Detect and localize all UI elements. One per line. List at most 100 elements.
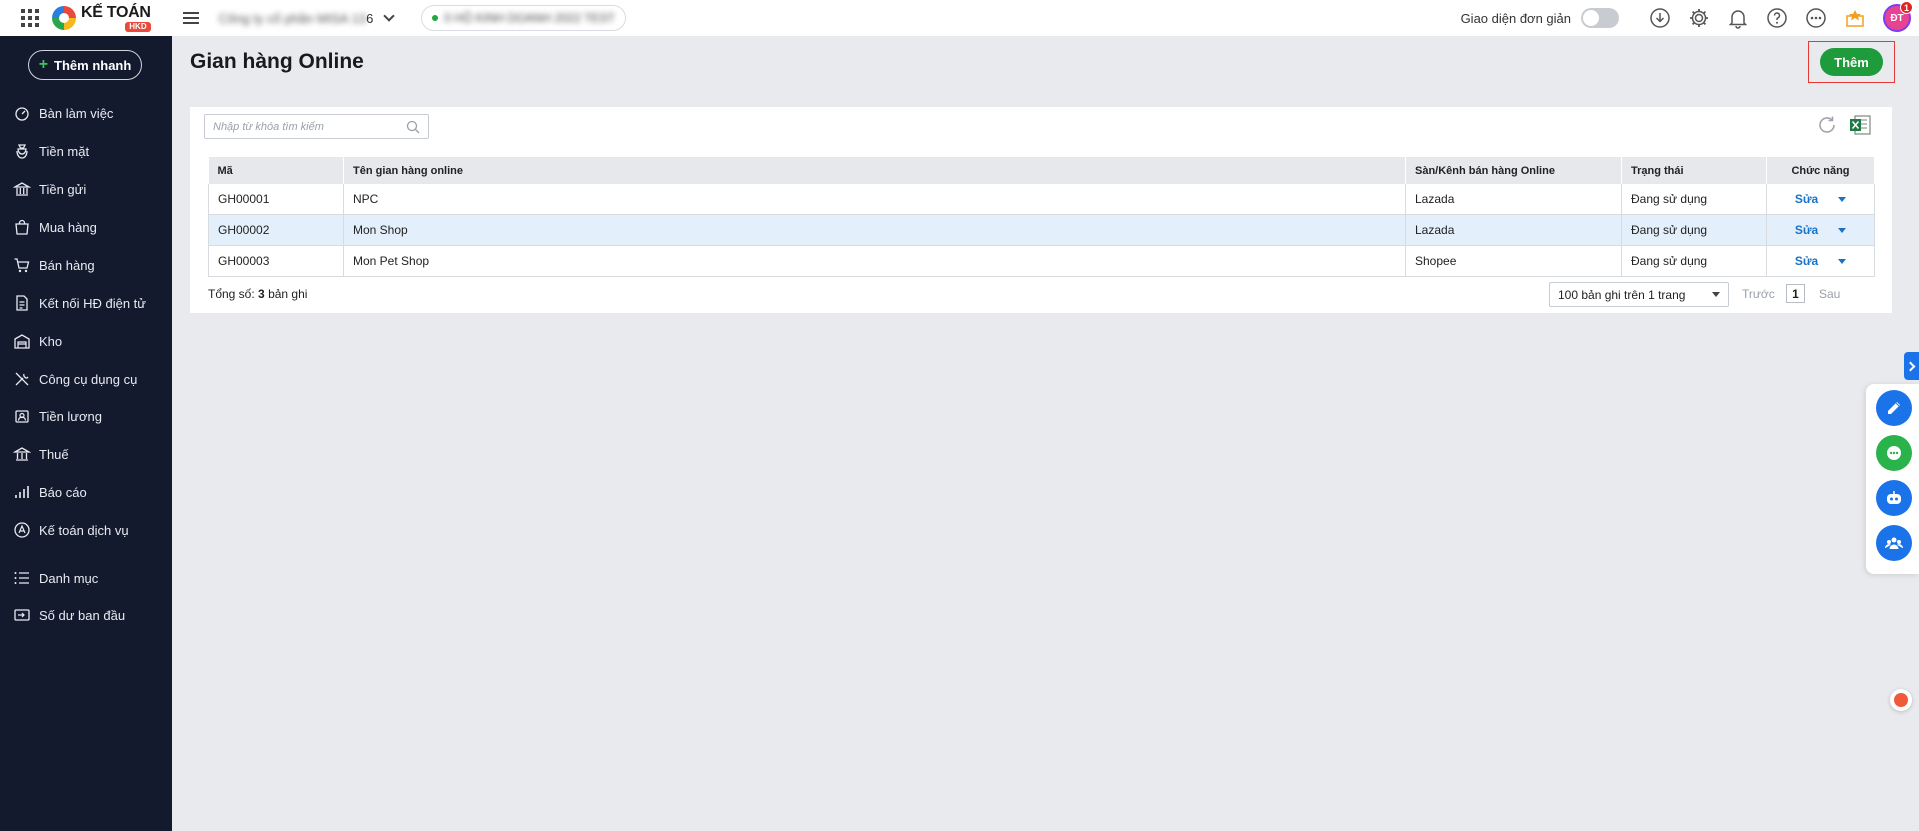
sidebar-item-label: Mua hàng <box>39 219 97 235</box>
sidebar-item-label: Bàn làm việc <box>39 105 114 121</box>
record-total: Tổng số: 3 bản ghi <box>208 287 307 301</box>
sidebar-item-kho[interactable]: Kho <box>0 327 172 355</box>
next-page-button[interactable]: Sau <box>1819 287 1840 301</box>
notification-badge: 1 <box>1900 1 1913 14</box>
sidebar-item-thue[interactable]: Thuế <box>0 440 172 468</box>
sidebar-item-label: Kho <box>39 333 63 349</box>
side-panel-toggle-icon[interactable] <box>1904 352 1919 380</box>
edit-link[interactable]: Sửa <box>1795 192 1818 206</box>
column-header-code[interactable]: Mã <box>208 157 344 184</box>
logo-mark-icon <box>52 6 76 30</box>
download-icon[interactable] <box>1649 7 1671 29</box>
marketing-icon[interactable] <box>1876 390 1912 426</box>
cell-channel: Shopee <box>1405 245 1622 277</box>
dropdown-caret-icon[interactable] <box>1838 196 1847 202</box>
table-header-row: Mã Tên gian hàng online Sàn/Kênh bán hàn… <box>208 157 1875 184</box>
logo-sub: HKD <box>125 21 151 32</box>
sidebar-item-ke-toan-dich-vu[interactable]: Kế toán dịch vụ <box>0 516 172 544</box>
tax-pill-text: 0 HỘ KINH DOANH 2022 TEST <box>444 11 615 25</box>
sidebar-item-so-du-ban-dau[interactable]: Số dư ban đầu <box>0 601 172 629</box>
dropdown-caret-icon[interactable] <box>1838 258 1847 264</box>
app-logo[interactable]: KẾ TOÁN HKD <box>52 3 151 32</box>
community-icon[interactable] <box>1876 525 1912 561</box>
cell-code: GH00003 <box>208 245 344 277</box>
cell-name: NPC <box>343 184 1406 215</box>
sidebar-item-label: Công cụ dụng cụ <box>39 371 138 387</box>
table-row[interactable]: GH00001 NPC Lazada Đang sử dụng Sửa <box>208 184 1875 215</box>
hamburger-menu-icon[interactable] <box>182 12 199 24</box>
search-input[interactable] <box>213 120 406 133</box>
sidebar-item-label: Danh mục <box>39 570 99 586</box>
opening-balance-icon <box>14 609 30 621</box>
tax-period-pill[interactable]: 0 HỘ KINH DOANH 2022 TEST <box>421 5 626 31</box>
cell-actions: Sửa <box>1766 214 1875 246</box>
refresh-icon[interactable] <box>1816 114 1838 136</box>
cart-icon <box>14 258 30 273</box>
simple-ui-toggle[interactable] <box>1581 8 1619 28</box>
sidebar-item-tien-gui[interactable]: Tiền gửi <box>0 175 172 203</box>
page-size-value: 100 bản ghi trên 1 trang <box>1558 287 1686 302</box>
prev-page-button[interactable]: Trước <box>1742 287 1775 301</box>
help-icon[interactable] <box>1766 7 1788 29</box>
cell-code: GH00002 <box>208 214 344 246</box>
sidebar-item-ket-noi-hd[interactable]: Kết nối HĐ điện tử <box>0 289 172 317</box>
page-title: Gian hàng Online <box>190 50 364 73</box>
bell-icon[interactable] <box>1727 7 1749 29</box>
gear-icon[interactable] <box>1688 7 1710 29</box>
cash-bag-icon <box>16 144 28 159</box>
apps-grid-icon[interactable] <box>20 8 40 28</box>
sidebar-item-mua-hang[interactable]: Mua hàng <box>0 213 172 241</box>
list-icon <box>14 572 29 584</box>
sidebar-item-label: Bán hàng <box>39 257 95 273</box>
assistant-bot-icon[interactable] <box>1876 480 1912 516</box>
cell-name: Mon Pet Shop <box>343 245 1406 277</box>
table-row[interactable]: GH00002 Mon Shop Lazada Đang sử dụng Sửa <box>208 214 1875 246</box>
invoice-icon <box>16 295 28 311</box>
table-row[interactable]: GH00003 Mon Pet Shop Shopee Đang sử dụng… <box>208 245 1875 277</box>
sidebar-item-bao-cao[interactable]: Báo cáo <box>0 478 172 506</box>
dropdown-caret-icon[interactable] <box>1838 227 1847 233</box>
sidebar-item-tien-mat[interactable]: Tiền mặt <box>0 137 172 165</box>
sidebar-item-ban-hang[interactable]: Bán hàng <box>0 251 172 279</box>
search-icon[interactable] <box>406 120 420 134</box>
column-header-actions: Chức năng <box>1766 157 1875 184</box>
quick-action-icon[interactable] <box>1890 689 1912 711</box>
current-page[interactable]: 1 <box>1786 284 1805 303</box>
sidebar-item-ban-lam-viec[interactable]: Bàn làm việc <box>0 99 172 127</box>
logo-name: KẾ TOÁN <box>81 3 151 21</box>
edit-link[interactable]: Sửa <box>1795 254 1818 268</box>
desk-icon <box>15 107 29 121</box>
online-store-table: Mã Tên gian hàng online Sàn/Kênh bán hàn… <box>208 157 1875 277</box>
company-selector[interactable]: Công ty cổ phần MISA 136 <box>219 10 400 26</box>
more-options-icon[interactable] <box>1805 7 1827 29</box>
quick-add-button[interactable]: + Thêm nhanh <box>28 50 142 80</box>
sidebar-item-tien-luong[interactable]: Tiền lương <box>0 402 172 430</box>
add-button[interactable]: Thêm <box>1820 48 1883 76</box>
shopping-bag-icon <box>15 219 29 235</box>
tax-building-icon <box>13 447 31 461</box>
total-prefix: Tổng số: <box>208 287 255 301</box>
column-header-name[interactable]: Tên gian hàng online <box>343 157 1406 184</box>
excel-export-icon[interactable] <box>1849 115 1871 135</box>
sidebar-item-label: Tiền lương <box>39 408 102 424</box>
tools-icon <box>15 372 29 386</box>
top-bar: KẾ TOÁN HKD Công ty cổ phần MISA 136 0 H… <box>0 0 1919 36</box>
sidebar: + Thêm nhanh Bàn làm việc Tiền mặt Tiền … <box>0 36 172 831</box>
report-chart-icon <box>15 486 29 498</box>
search-box[interactable] <box>204 114 429 139</box>
page-size-select[interactable]: 100 bản ghi trên 1 trang <box>1549 282 1729 307</box>
edit-link[interactable]: Sửa <box>1795 223 1818 237</box>
chat-support-icon[interactable] <box>1876 435 1912 471</box>
sidebar-item-cong-cu[interactable]: Công cụ dụng cụ <box>0 365 172 393</box>
total-count: 3 <box>258 287 265 301</box>
cell-status: Đang sử dụng <box>1621 214 1767 246</box>
sidebar-item-label: Thuế <box>39 446 69 462</box>
promotion-icon[interactable] <box>1844 7 1866 29</box>
column-header-status[interactable]: Trạng thái <box>1621 157 1767 184</box>
online-store-card: Mã Tên gian hàng online Sàn/Kênh bán hàn… <box>190 107 1892 313</box>
column-header-channel[interactable]: Sàn/Kênh bán hàng Online <box>1405 157 1622 184</box>
plus-icon: + <box>38 56 49 73</box>
user-avatar[interactable]: ĐT 1 <box>1883 1 1913 32</box>
sidebar-item-danh-muc[interactable]: Danh mục <box>0 564 172 592</box>
cell-channel: Lazada <box>1405 184 1622 215</box>
